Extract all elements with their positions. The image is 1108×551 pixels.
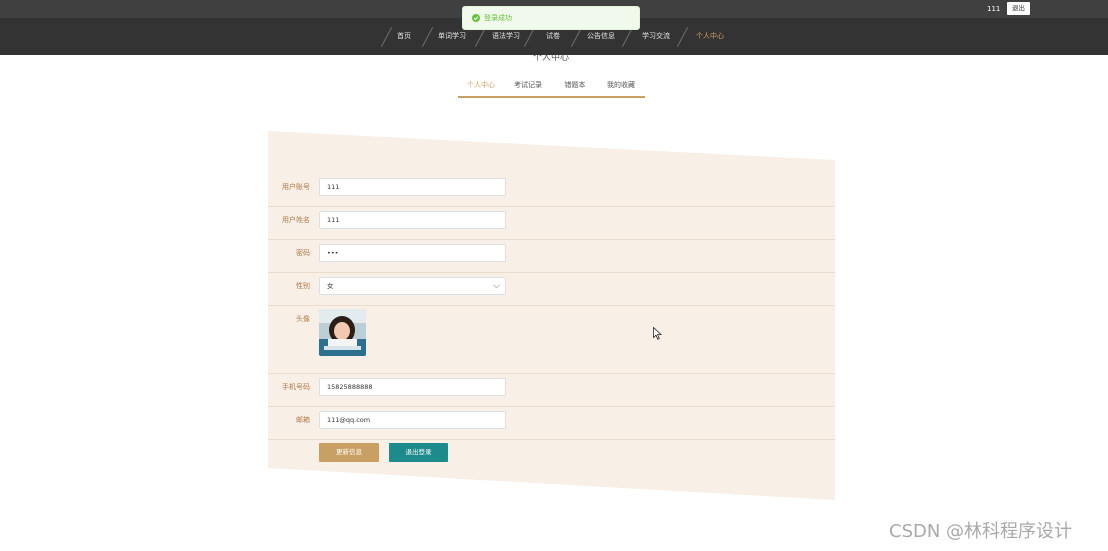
header-logout-button[interactable]: 退出: [1007, 2, 1030, 15]
account-label: 用户账号: [282, 183, 310, 191]
gender-selected-value: 女: [327, 282, 334, 290]
row-divider: [268, 406, 835, 407]
avatar-label: 头像: [296, 315, 310, 323]
password-field[interactable]: •••: [319, 244, 506, 262]
profile-tabs: 个人中心 考试记录 错题本 我的收藏: [458, 78, 645, 98]
watermark: CSDN @林科程序设计: [889, 521, 1073, 542]
logout-button[interactable]: 退出登录: [389, 443, 448, 462]
nav-item-profile[interactable]: 个人中心: [688, 18, 732, 55]
mouse-cursor-icon: [653, 327, 662, 340]
password-label: 密码: [296, 249, 310, 257]
account-field[interactable]: 111: [319, 178, 506, 196]
nav-separator: [676, 27, 689, 47]
row-divider: [268, 373, 835, 374]
tab-profile[interactable]: 个人中心: [461, 78, 501, 92]
row-divider: [268, 272, 835, 273]
check-circle-icon: [472, 14, 480, 22]
nav-item-home[interactable]: 首页: [382, 18, 426, 55]
nav-item-forum[interactable]: 学习交流: [634, 18, 678, 55]
nav-separator: [621, 27, 634, 47]
avatar-image[interactable]: [319, 309, 366, 356]
phone-field[interactable]: 15825888888: [319, 378, 506, 396]
tab-exam-records[interactable]: 考试记录: [508, 78, 548, 92]
phone-label: 手机号码: [282, 383, 310, 391]
tab-wrong-questions[interactable]: 错题本: [555, 78, 595, 92]
update-info-button[interactable]: 更新信息: [319, 443, 379, 462]
row-divider: [268, 439, 835, 440]
gender-select[interactable]: 女: [319, 277, 506, 295]
row-divider: [268, 305, 835, 306]
row-divider: [268, 239, 835, 240]
name-field[interactable]: 111: [319, 211, 506, 229]
name-label: 用户姓名: [282, 216, 310, 224]
email-label: 邮箱: [296, 416, 310, 424]
toast-message: 登录成功: [484, 14, 512, 22]
row-divider: [268, 206, 835, 207]
success-toast: 登录成功: [462, 6, 640, 30]
tab-favorites[interactable]: 我的收藏: [601, 78, 641, 92]
gender-label: 性别: [296, 282, 310, 290]
email-field[interactable]: 111@qq.com: [319, 411, 506, 429]
chevron-down-icon: [493, 284, 500, 289]
current-user-name: 111: [987, 5, 1001, 13]
